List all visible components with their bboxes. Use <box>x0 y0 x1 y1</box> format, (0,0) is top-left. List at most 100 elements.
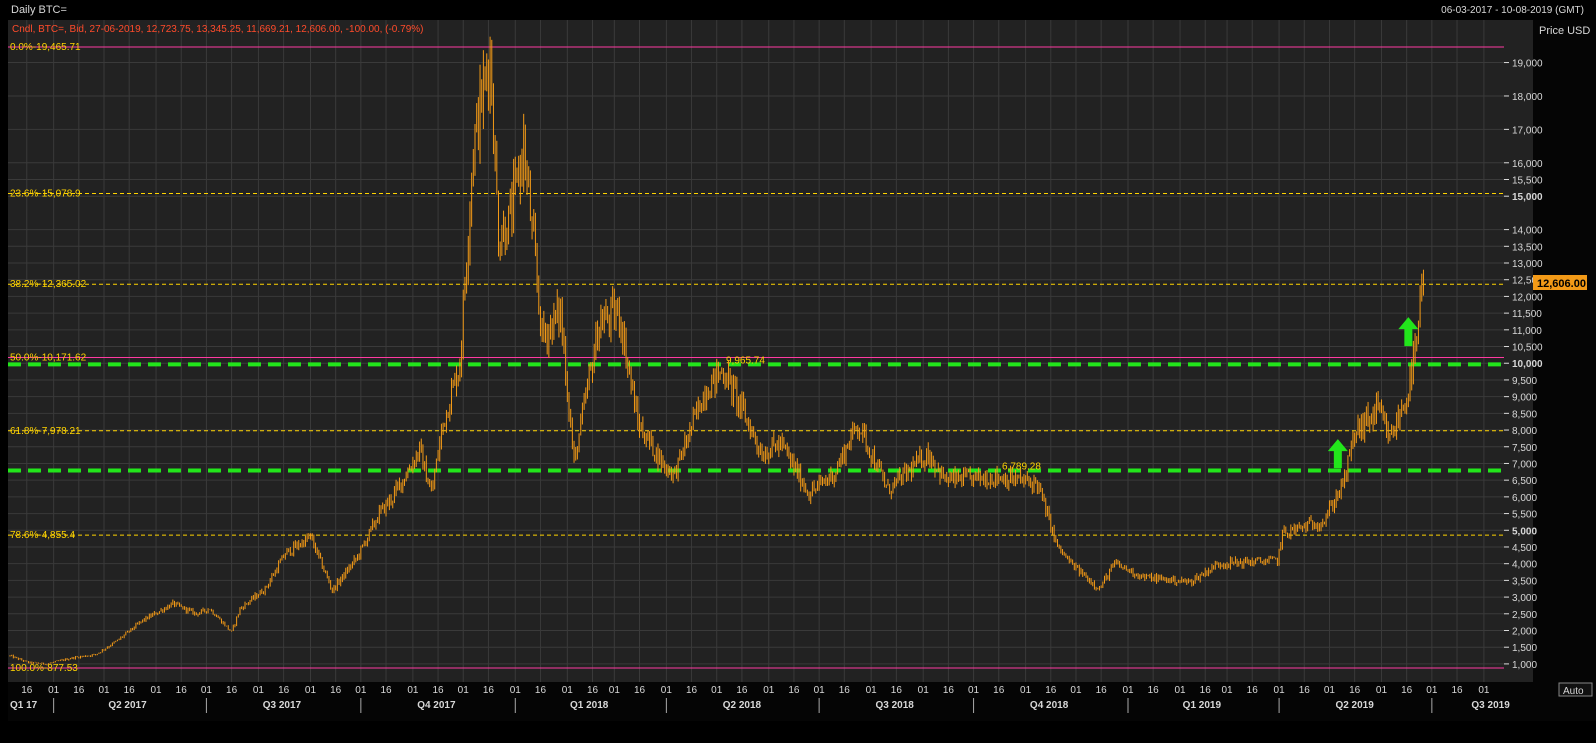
fib-pct: 78.6% <box>10 530 38 541</box>
quarter-label: Q4 2017 <box>417 700 456 711</box>
y-tick-label: 18,000 <box>1512 92 1543 103</box>
x-tick-label: 16 <box>1401 685 1413 696</box>
fib-pct: 100.0% <box>10 663 44 674</box>
x-tick-label: 01 <box>814 685 826 696</box>
x-tick-label: 01 <box>253 685 265 696</box>
fib-level-label: 0.0%-19,465.71 <box>10 42 81 53</box>
x-tick-label: 01 <box>562 685 574 696</box>
x-tick-label: 01 <box>510 685 522 696</box>
quarter-label: Q2 2018 <box>723 700 762 711</box>
y-tick-label: 4,000 <box>1512 560 1537 571</box>
fib-level-label: 50.0%-10,171.62 <box>10 353 87 364</box>
fib-pct: 61.8% <box>10 426 38 437</box>
x-tick-label: 01 <box>918 685 930 696</box>
y-tick-label: 4,500 <box>1512 543 1537 554</box>
x-tick-label: 01 <box>1122 685 1134 696</box>
quarter-label: Q1 2019 <box>1183 700 1222 711</box>
x-tick-label: 01 <box>1070 685 1082 696</box>
y-tick-label: 19,000 <box>1512 59 1543 70</box>
x-tick-label: 16 <box>891 685 903 696</box>
y-tick-label: 15,500 <box>1512 175 1543 186</box>
y-tick-label: 7,000 <box>1512 459 1537 470</box>
x-tick-label: 16 <box>124 685 136 696</box>
x-tick-label: 01 <box>1274 685 1286 696</box>
x-tick-label: 16 <box>839 685 851 696</box>
y-tick-label: 9,000 <box>1512 393 1537 404</box>
x-tick-label: 16 <box>330 685 342 696</box>
y-tick-label: 13,000 <box>1512 259 1543 270</box>
x-tick-label: 01 <box>1478 685 1490 696</box>
x-tick-label: 16 <box>73 685 85 696</box>
x-tick-label: 01 <box>48 685 60 696</box>
x-tick-label: 16 <box>176 685 188 696</box>
x-tick-label: 16 <box>380 685 392 696</box>
x-tick-label: 16 <box>21 685 33 696</box>
quarter-label: Q3 2019 <box>1471 700 1510 711</box>
x-tick-label: 01 <box>968 685 980 696</box>
fib-value: -877.53 <box>44 663 78 674</box>
fib-level-label: 23.6%-15,078.9 <box>10 189 81 200</box>
y-tick-label: 15,000 <box>1512 192 1543 203</box>
quarter-label: Q2 2017 <box>108 700 147 711</box>
x-tick-label: 01 <box>1324 685 1336 696</box>
x-tick-label: 16 <box>993 685 1005 696</box>
x-tick-label: 01 <box>1174 685 1186 696</box>
x-tick-label: 16 <box>1200 685 1212 696</box>
price-chart[interactable]: 9,965.74 6,789.28 0.0%-19,465.71 23.6%-15,… <box>0 0 1596 743</box>
x-tick-label: 16 <box>483 685 495 696</box>
y-tick-label: 1,000 <box>1512 660 1537 671</box>
x-tick-label: 16 <box>788 685 800 696</box>
y-tick-label: 10,500 <box>1512 343 1543 354</box>
x-tick-label: 01 <box>661 685 673 696</box>
x-tick-label: 16 <box>587 685 599 696</box>
price-axis-title: Price USD <box>1539 25 1590 37</box>
x-tick-label: 01 <box>711 685 723 696</box>
fib-level-label: 38.2%-12,365.02 <box>10 279 87 290</box>
y-tick-label: 11,500 <box>1512 309 1542 320</box>
x-tick-label: 16 <box>535 685 547 696</box>
fib-level-label: 100.0%-877.53 <box>10 663 78 674</box>
x-tick-label: 16 <box>736 685 748 696</box>
y-tick-label: 2,000 <box>1512 627 1537 638</box>
fib-value: -19,465.71 <box>33 42 81 53</box>
x-tick-label: 16 <box>1148 685 1160 696</box>
x-tick-label: 01 <box>98 685 110 696</box>
y-tick-label: 5,000 <box>1512 526 1537 537</box>
x-tick-label: 16 <box>1096 685 1108 696</box>
y-tick-label: 1,500 <box>1512 643 1537 654</box>
fib-pct: 38.2% <box>10 279 38 290</box>
chart-window: Daily BTC= 06-03-2017 - 10-08-2019 (GMT)… <box>0 0 1596 743</box>
quarter-label: Q3 2017 <box>263 700 302 711</box>
x-tick-label: 01 <box>763 685 775 696</box>
fib-pct: 23.6% <box>10 189 38 200</box>
fib-pct: 50.0% <box>10 353 38 364</box>
fib-value: -15,078.9 <box>38 189 81 200</box>
x-tick-label: 01 <box>1426 685 1438 696</box>
x-tick-label: 01 <box>458 685 470 696</box>
x-tick-label: 16 <box>634 685 646 696</box>
y-tick-label: 5,500 <box>1512 510 1537 521</box>
y-tick-label: 3,000 <box>1512 593 1537 604</box>
y-tick-label: 10,000 <box>1512 359 1543 370</box>
fib-level-label: 61.8%-7,978.21 <box>10 426 81 437</box>
candle-info: Cndl, BTC=, Bid, 27-06-2019, 12,723.75, … <box>12 24 424 35</box>
support-label: 6,789.28 <box>1002 461 1041 472</box>
y-tick-label: 7,500 <box>1512 443 1537 454</box>
fib-pct: 0.0% <box>10 42 33 53</box>
support-label: 9,965.74 <box>726 355 765 366</box>
x-tick-label: 16 <box>1045 685 1057 696</box>
quarter-label: Q1 17 <box>10 700 38 711</box>
y-tick-label: 12,000 <box>1512 292 1543 303</box>
x-tick-label: 16 <box>686 685 698 696</box>
x-tick-label: 16 <box>433 685 445 696</box>
y-tick-label: 17,000 <box>1512 125 1543 136</box>
y-tick-label: 14,000 <box>1512 226 1543 237</box>
x-tick-label: 01 <box>609 685 621 696</box>
fib-value: -4,855.4 <box>38 530 75 541</box>
y-tick-label: 11,000 <box>1512 326 1542 337</box>
x-tick-label: 01 <box>866 685 878 696</box>
y-tick-label: 2,500 <box>1512 610 1537 621</box>
fib-value: -7,978.21 <box>38 426 81 437</box>
x-tick-label: 01 <box>1221 685 1233 696</box>
x-tick-label: 16 <box>1247 685 1259 696</box>
